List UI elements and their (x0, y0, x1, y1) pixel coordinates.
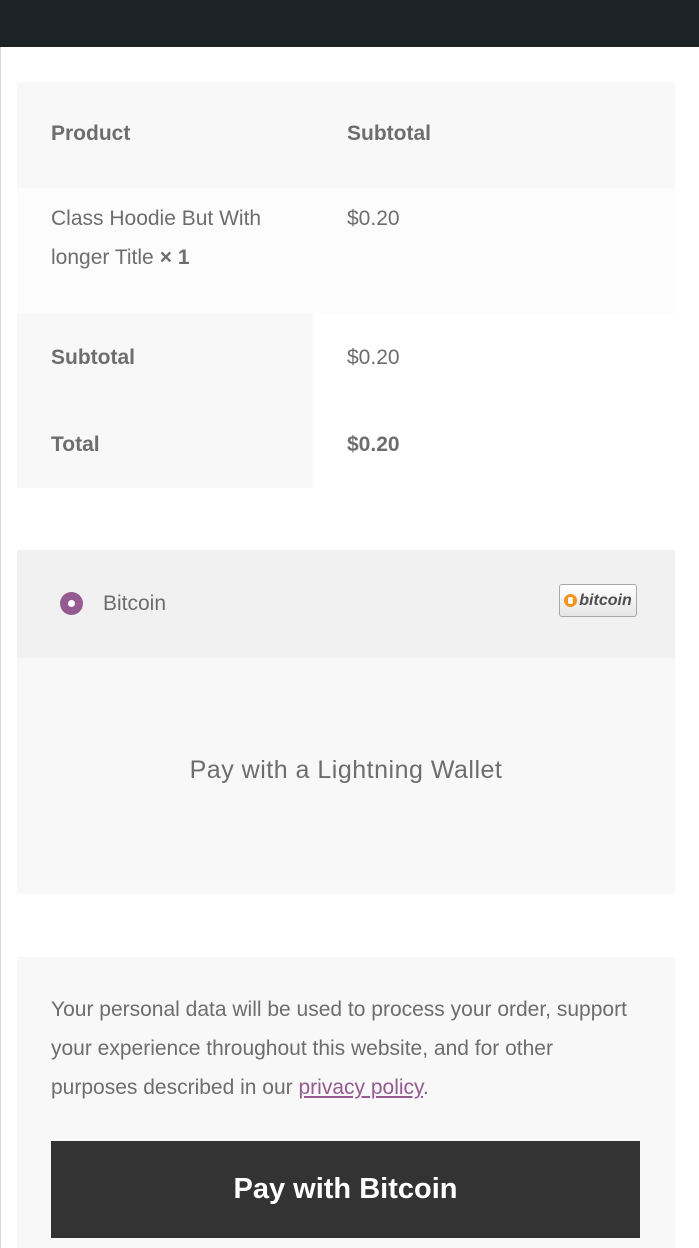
product-quantity: × 1 (159, 246, 190, 269)
payment-method-bitcoin[interactable]: Bitcoin bitcoin (17, 550, 675, 658)
page-border (0, 47, 1, 1248)
payment-method-radio[interactable] (60, 592, 83, 615)
bitcoin-coin-icon (564, 594, 578, 607)
product-name-text: Class Hoodie But With longer Title (51, 207, 262, 269)
privacy-policy-text: Your personal data will be used to proce… (51, 990, 641, 1107)
product-column-header: Product (51, 122, 131, 145)
privacy-policy-link[interactable]: privacy policy (298, 1076, 422, 1099)
table-header-row: Product Subtotal (17, 82, 675, 188)
order-total-label: Total (51, 433, 100, 456)
cart-subtotal-label: Subtotal (51, 346, 135, 369)
product-subtotal: $0.20 (347, 207, 400, 230)
payment-method-description: Pay with a Lightning Wallet (189, 756, 503, 784)
order-total-row: Total $0.20 (17, 401, 675, 488)
subtotal-column-header: Subtotal (347, 122, 431, 145)
bitcoin-logo-icon: bitcoin (559, 584, 637, 617)
bitcoin-logo-text: bitcoin (579, 591, 632, 609)
place-order-button[interactable]: Pay with Bitcoin (51, 1141, 640, 1238)
cart-subtotal-row: Subtotal $0.20 (17, 314, 675, 401)
product-name: Class Hoodie But With longer Title × 1 (51, 199, 301, 277)
payment-methods: Bitcoin bitcoin Pay with a Lightning Wal… (17, 550, 675, 894)
privacy-text-after: . (422, 1076, 429, 1099)
table-row: Class Hoodie But With longer Title × 1 $0… (17, 188, 675, 314)
place-order-section: Your personal data will be used to proce… (17, 957, 675, 1248)
payment-method-label[interactable]: Bitcoin (103, 584, 166, 623)
cart-subtotal-value: $0.20 (347, 346, 400, 369)
top-bar (0, 0, 699, 47)
order-review-table: Product Subtotal Class Hoodie But With l… (17, 82, 675, 488)
order-total-value: $0.20 (347, 433, 400, 456)
